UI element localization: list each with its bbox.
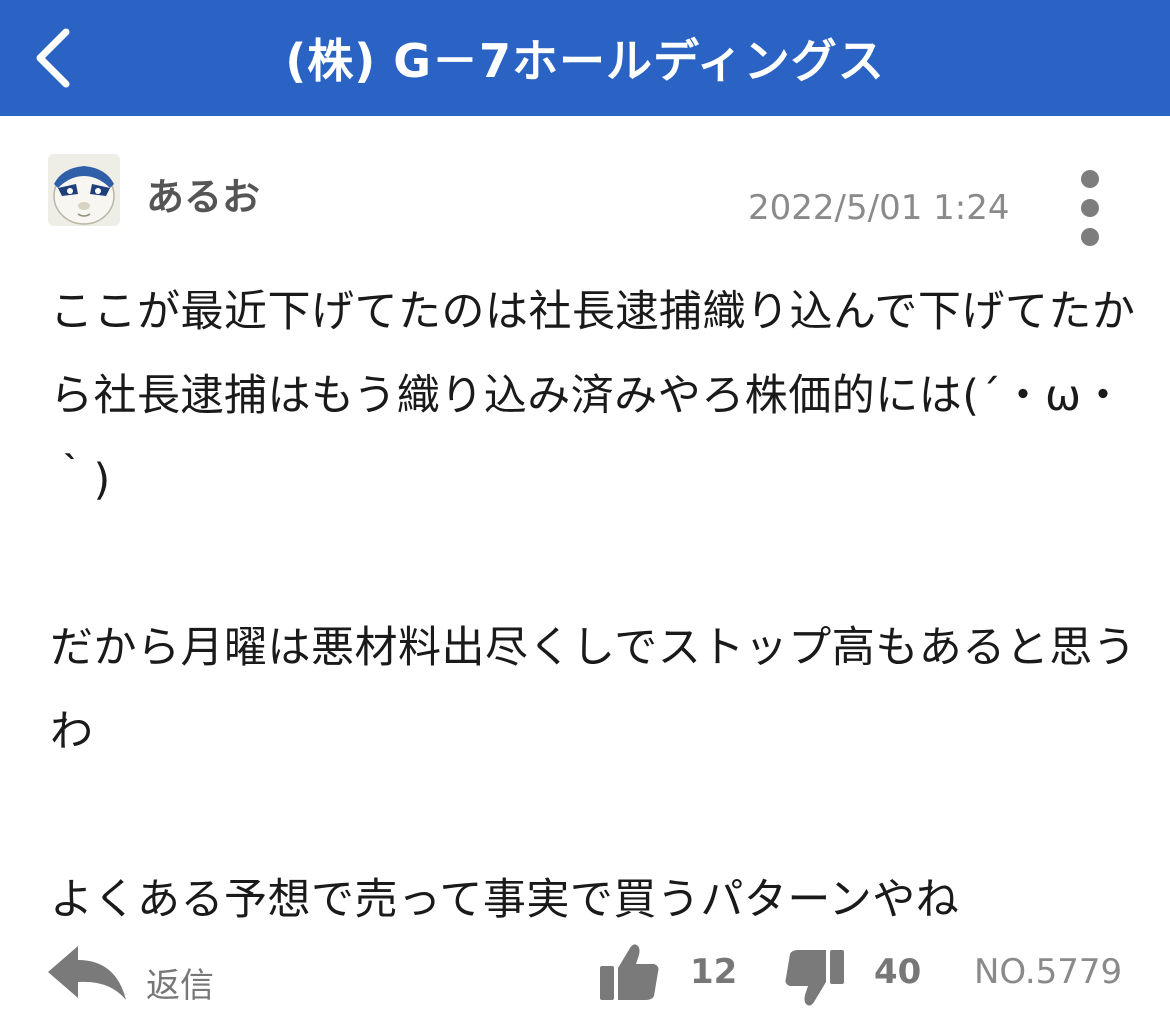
thumbs-down-icon [785,950,844,1006]
reply-button[interactable]: 返信 [44,938,234,1008]
reply-label: 返信 [146,965,214,1006]
app-header: (株) G－7ホールディングス [0,0,1170,116]
back-button[interactable] [22,22,82,94]
more-options-button[interactable] [1072,170,1108,246]
post-paragraph: ここが最近下げてたのは社長逮捕織り込んで下げてたから社長逮捕はもう織り込み済みや… [50,287,1136,505]
like-button[interactable] [598,940,662,1004]
post-footer: 返信 12 40 NO.5779 [0,930,1170,1020]
chevron-left-icon [36,28,70,88]
vertical-ellipsis-icon [1081,170,1099,188]
post-paragraph: だから月曜は悪材料出尽くしでストップ高もあると思うわ [50,623,1137,757]
reply-arrow-icon [48,946,126,1000]
dislike-button[interactable] [782,946,846,1010]
username[interactable]: あるお [146,166,260,221]
post-timestamp: 2022/5/01 1:24 [748,188,1010,228]
post-body: ここが最近下げてたのは社長逮捕織り込んで下げてたから社長逮捕はもう織り込み済みや… [50,270,1140,1026]
avatar[interactable] [48,154,120,226]
like-count: 12 [690,952,738,992]
post-header: あるお 2022/5/01 1:24 [0,150,1170,250]
dislike-count: 40 [874,952,922,992]
thumbs-up-icon [600,944,659,1000]
page-title: (株) G－7ホールディングス [285,34,885,88]
post-number: NO.5779 [974,952,1123,992]
vertical-ellipsis-icon [1081,228,1099,246]
vertical-ellipsis-icon [1081,199,1099,217]
avatar-image [48,154,120,226]
